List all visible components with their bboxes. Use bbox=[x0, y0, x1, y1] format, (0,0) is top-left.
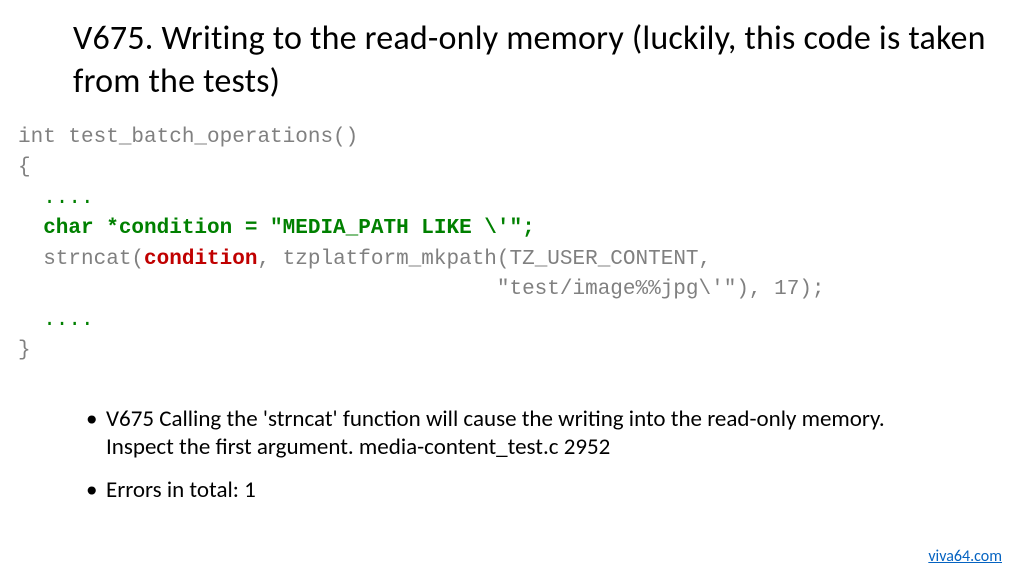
code-line: { bbox=[18, 156, 31, 179]
code-line: .... bbox=[18, 187, 94, 210]
code-line: ; bbox=[522, 217, 535, 240]
code-block: int test_batch_operations() { .... char … bbox=[18, 123, 1006, 367]
code-line: , tzplatform_mkpath(TZ_USER_CONTENT, bbox=[257, 248, 711, 271]
code-line: int test_batch_operations() bbox=[18, 126, 358, 149]
footer-link[interactable]: viva64.com bbox=[928, 547, 1002, 566]
code-arg: condition bbox=[144, 248, 257, 271]
code-line: strncat( bbox=[18, 248, 144, 271]
code-line: .... bbox=[18, 309, 94, 332]
bullet-item: V675 Calling the 'strncat' function will… bbox=[86, 405, 956, 463]
bullet-list: V675 Calling the 'strncat' function will… bbox=[86, 405, 956, 505]
bullet-item: Errors in total: 1 bbox=[86, 476, 956, 505]
code-line: "test/image%%jpg\'"), 17); bbox=[18, 278, 825, 301]
code-line: char *condition = bbox=[18, 217, 270, 240]
slide-title: V675. Writing to the read-only memory (l… bbox=[73, 18, 1006, 103]
code-string: "MEDIA_PATH LIKE \'" bbox=[270, 217, 522, 240]
code-line: } bbox=[18, 339, 31, 362]
